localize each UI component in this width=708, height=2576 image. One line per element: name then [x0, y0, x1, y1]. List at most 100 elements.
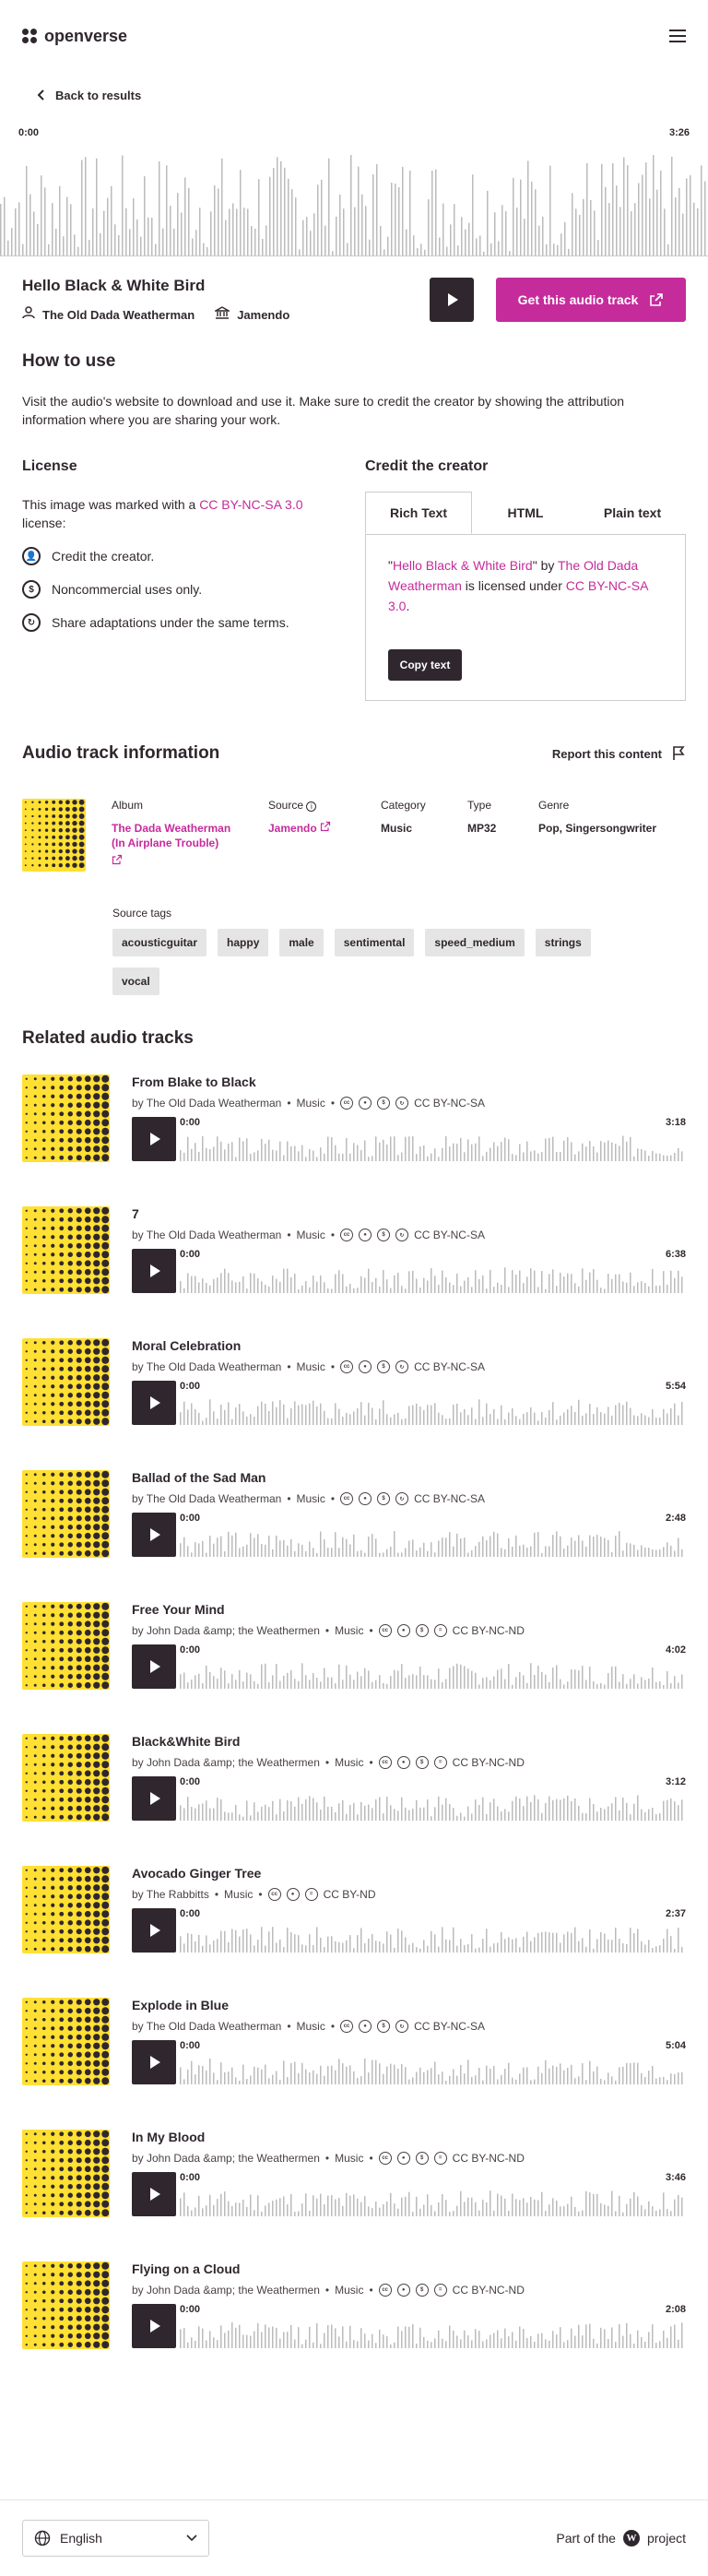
- separator: •: [324, 2284, 330, 2297]
- tag[interactable]: speed_medium: [425, 929, 525, 956]
- related-track-title[interactable]: Avocado Ginger Tree: [132, 1866, 686, 1881]
- related-track-category: Music: [296, 2020, 325, 2033]
- related-track-title[interactable]: Free Your Mind: [132, 1602, 686, 1617]
- play-button[interactable]: [132, 2172, 176, 2216]
- related-track[interactable]: Explode in Blue by The Old Dada Weatherm…: [22, 1998, 686, 2085]
- related-track[interactable]: Flying on a Cloud by John Dada &amp; the…: [22, 2261, 686, 2349]
- creator-name: The Old Dada Weatherman: [42, 308, 195, 322]
- current-time: 0:00: [180, 1513, 201, 1524]
- cc-nc-icon: $: [377, 1097, 391, 1110]
- album-link[interactable]: The Dada Weatherman (In Airplane Trouble…: [112, 821, 231, 869]
- creator-link[interactable]: The Old Dada Weatherman: [22, 306, 195, 322]
- related-track[interactable]: Free Your Mind by John Dada &amp; the We…: [22, 1602, 686, 1690]
- related-track[interactable]: Black&White Bird by John Dada &amp; the …: [22, 1734, 686, 1822]
- related-track-creator: by John Dada &amp; the Weathermen: [132, 1624, 320, 1637]
- related-track-title[interactable]: From Blake to Black: [132, 1074, 686, 1089]
- related-track-waveform[interactable]: 0:00 6:38: [180, 1249, 686, 1293]
- related-track-player: 0:00 4:02: [132, 1644, 686, 1689]
- play-button[interactable]: [132, 2304, 176, 2348]
- openverse-logo[interactable]: openverse: [22, 27, 127, 46]
- tag[interactable]: strings: [535, 929, 591, 956]
- play-button[interactable]: [132, 1381, 176, 1425]
- related-track-title[interactable]: In My Blood: [132, 2130, 686, 2144]
- cc-sa-icon: ↻: [395, 1360, 409, 1373]
- cc-by-icon: ●: [396, 2284, 410, 2297]
- play-icon: [448, 292, 458, 306]
- cc-nd-icon: =: [304, 1888, 318, 1901]
- wordpress-credit[interactable]: Part of the W project: [556, 2530, 686, 2546]
- related-track[interactable]: 7 by The Old Dada Weatherman • Music • c…: [22, 1206, 686, 1294]
- flag-icon: [673, 746, 685, 760]
- related-track-waveform[interactable]: 0:00 2:48: [180, 1513, 686, 1557]
- related-track-title[interactable]: Black&White Bird: [132, 1734, 686, 1749]
- related-track-player: 0:00 5:04: [132, 2040, 686, 2084]
- tab-plain-text[interactable]: Plain text: [579, 492, 686, 534]
- report-button[interactable]: Report this content: [552, 746, 686, 761]
- related-track-title[interactable]: Ballad of the Sad Man: [132, 1470, 686, 1485]
- cc-nc-icon: $: [377, 1229, 391, 1241]
- related-track-meta: by The Old Dada Weatherman • Music • cc ●…: [132, 1360, 686, 1373]
- related-track-waveform[interactable]: 0:00 5:04: [180, 2040, 686, 2084]
- related-track-meta: by The Old Dada Weatherman • Music • cc ●…: [132, 2020, 686, 2033]
- related-track[interactable]: In My Blood by John Dada &amp; the Weath…: [22, 2130, 686, 2217]
- track-thumbnail: [22, 1734, 110, 1822]
- play-button[interactable]: [132, 1644, 176, 1689]
- related-track-waveform[interactable]: 0:00 2:37: [180, 1908, 686, 1953]
- track-thumbnail: [22, 1602, 110, 1690]
- related-track-creator: by The Old Dada Weatherman: [132, 1097, 282, 1110]
- play-button[interactable]: [132, 2040, 176, 2084]
- tag[interactable]: vocal: [112, 967, 159, 995]
- play-button[interactable]: [132, 1908, 176, 1953]
- attribution-title-link[interactable]: Hello Black & White Bird: [393, 558, 533, 573]
- related-track[interactable]: Ballad of the Sad Man by The Old Dada We…: [22, 1470, 686, 1558]
- album-art-pattern: [25, 1206, 110, 1294]
- play-button[interactable]: [132, 1117, 176, 1161]
- album-art-pattern: [24, 799, 85, 869]
- related-track-waveform[interactable]: 0:00 5:54: [180, 1381, 686, 1425]
- related-track-waveform[interactable]: 0:00 3:18: [180, 1117, 686, 1161]
- related-track[interactable]: Moral Celebration by The Old Dada Weathe…: [22, 1338, 686, 1426]
- play-button[interactable]: [132, 1513, 176, 1557]
- play-button[interactable]: [132, 1249, 176, 1293]
- cc-cc-icon: cc: [340, 1229, 354, 1241]
- related-track-waveform[interactable]: 0:00 4:02: [180, 1644, 686, 1689]
- related-track-waveform[interactable]: 0:00 3:46: [180, 2172, 686, 2216]
- tab-rich-text[interactable]: Rich Text: [365, 492, 472, 534]
- separator: •: [324, 1624, 330, 1637]
- category-value: Music: [381, 822, 413, 835]
- provider-link[interactable]: Jamendo: [213, 306, 289, 322]
- cc-cc-icon: cc: [340, 1360, 354, 1373]
- language-select[interactable]: English: [22, 2520, 209, 2557]
- duration: 3:12: [665, 1776, 686, 1787]
- genre-value: Pop, Singersongwriter: [538, 822, 657, 835]
- track-title: Hello Black & White Bird: [22, 277, 206, 294]
- tab-html[interactable]: HTML: [472, 492, 579, 534]
- copy-text-button[interactable]: Copy text: [388, 649, 462, 681]
- back-to-results-link[interactable]: Back to results: [37, 81, 708, 109]
- license-link[interactable]: CC BY-NC-SA 3.0: [199, 497, 302, 512]
- hamburger-menu-icon[interactable]: [669, 30, 686, 42]
- current-time: 0:00: [180, 2040, 201, 2051]
- get-audio-button[interactable]: Get this audio track: [496, 277, 686, 322]
- related-track[interactable]: Avocado Ginger Tree by The Rabbitts • Mu…: [22, 1866, 686, 1953]
- related-track-title[interactable]: Explode in Blue: [132, 1998, 686, 2012]
- related-track[interactable]: From Blake to Black by The Old Dada Weat…: [22, 1074, 686, 1162]
- related-track-meta: by John Dada &amp; the Weathermen • Musi…: [132, 2284, 686, 2297]
- tag[interactable]: male: [279, 929, 324, 956]
- attribution-box: "Hello Black & White Bird" by The Old Da…: [365, 535, 686, 701]
- source-link[interactable]: Jamendo: [268, 821, 381, 836]
- related-track-title[interactable]: Flying on a Cloud: [132, 2261, 686, 2276]
- related-track-title[interactable]: 7: [132, 1206, 686, 1221]
- play-button[interactable]: [430, 277, 474, 322]
- info-icon[interactable]: i: [306, 801, 317, 812]
- related-track-title[interactable]: Moral Celebration: [132, 1338, 686, 1353]
- related-track-waveform[interactable]: 0:00 2:08: [180, 2304, 686, 2348]
- related-track-waveform[interactable]: 0:00 3:12: [180, 1776, 686, 1821]
- tag[interactable]: happy: [218, 929, 269, 956]
- audio-waveform[interactable]: 0:00 3:26: [0, 127, 708, 256]
- play-button[interactable]: [132, 1776, 176, 1821]
- tag[interactable]: sentimental: [334, 929, 415, 956]
- related-track-license: CC BY-NC-ND: [452, 1624, 525, 1637]
- tag[interactable]: acousticguitar: [112, 929, 207, 956]
- play-icon: [150, 1264, 160, 1277]
